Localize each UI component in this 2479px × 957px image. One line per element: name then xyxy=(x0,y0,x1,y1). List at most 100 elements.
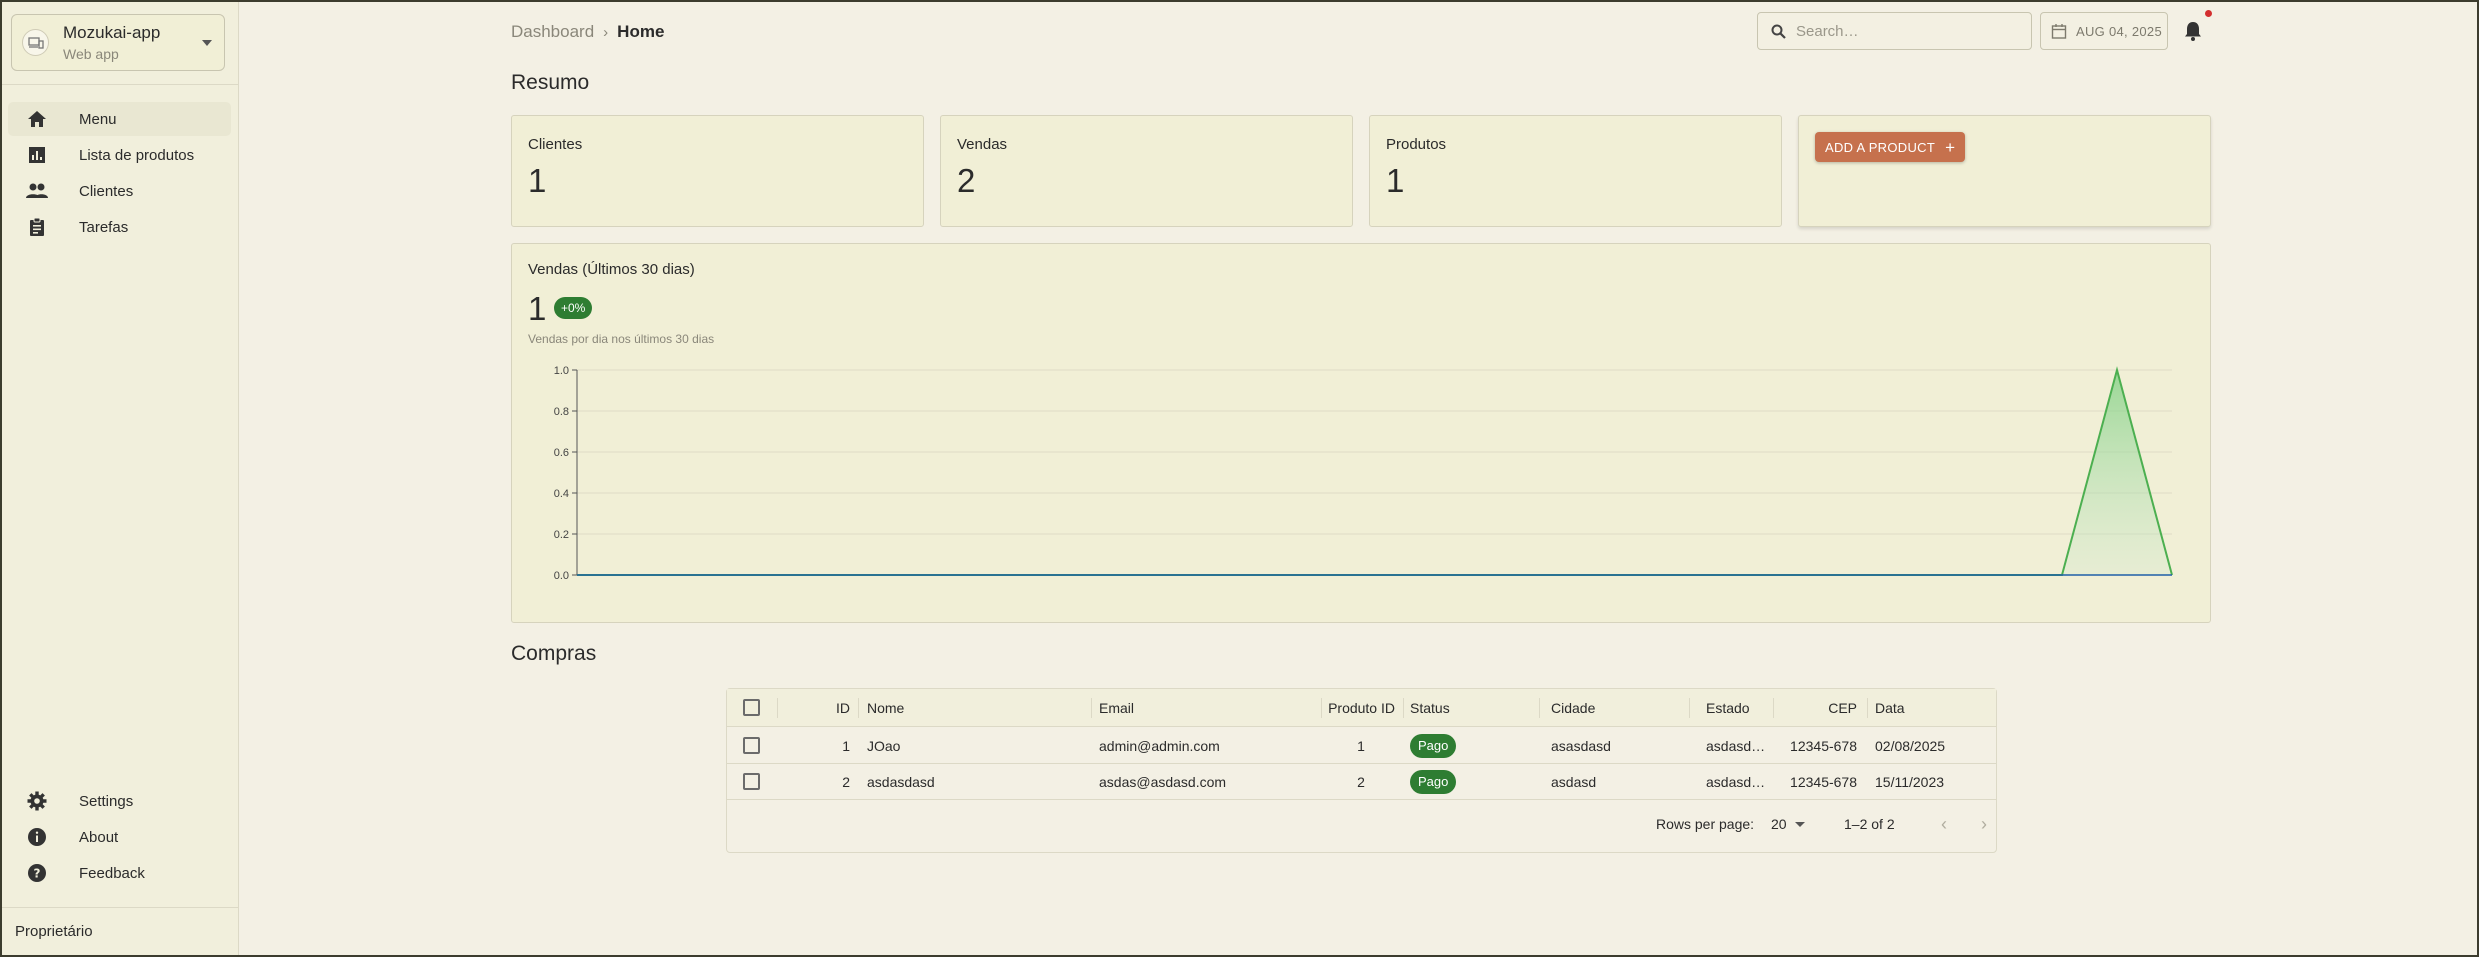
status-badge: Pago xyxy=(1410,733,1457,758)
nav-item-settings[interactable]: Settings xyxy=(8,784,231,818)
y-tick-label: 1.0 xyxy=(554,365,569,377)
date-label: AUG 04, 2025 xyxy=(2076,23,2162,39)
notification-dot xyxy=(2205,10,2212,17)
table-row[interactable]: 2 asdasdasd asdas@asdasd.com 2 Pago asda… xyxy=(727,764,1996,800)
stat-value: 1 xyxy=(528,162,547,199)
column-header-cidade[interactable]: Cidade xyxy=(1551,689,1595,726)
cell-cep: 12345-678 xyxy=(1790,737,1857,754)
stat-card-produtos: Produtos 1 xyxy=(1369,115,1782,227)
cell-id: 1 xyxy=(842,737,850,754)
cell-cep: 12345-678 xyxy=(1790,773,1857,790)
divider xyxy=(2,84,238,85)
nav-item-clientes[interactable]: Clientes xyxy=(8,174,231,208)
series-area xyxy=(577,370,2172,575)
column-separator xyxy=(1403,698,1404,718)
sales-chart-card: Vendas (Últimos 30 dias) 1 +0% Vendas po… xyxy=(511,243,2211,623)
nav-item-feedback[interactable]: ? Feedback xyxy=(8,856,231,890)
column-separator xyxy=(1539,698,1540,718)
select-all-checkbox[interactable] xyxy=(743,699,760,716)
gear-icon xyxy=(26,790,48,812)
action-card: ADD A PRODUCT + xyxy=(1798,115,2211,227)
rows-per-page-value: 20 xyxy=(1771,816,1787,832)
y-tick-label: 0.4 xyxy=(554,488,569,500)
app-name: Mozukai-app xyxy=(63,23,161,42)
column-separator xyxy=(1321,698,1322,718)
cell-cidade: asdasd xyxy=(1551,773,1597,790)
add-product-button[interactable]: ADD A PRODUCT + xyxy=(1815,132,1966,162)
cell-email: asdas@asdasd.com xyxy=(1099,773,1227,790)
cell-status: Pago xyxy=(1410,728,1457,763)
column-header-data[interactable]: Data xyxy=(1875,689,1905,726)
nav-label: Clientes xyxy=(79,182,134,200)
column-header-id[interactable]: ID xyxy=(787,689,850,726)
rows-per-page-label: Rows per page: xyxy=(1656,816,1755,832)
column-separator xyxy=(1773,698,1774,718)
sidebar-footer: Proprietário xyxy=(15,923,93,940)
nav-label: About xyxy=(79,828,119,846)
table-pagination: Rows per page: 20 1–2 of 2 ‹ › xyxy=(727,799,1996,853)
table-row[interactable]: 1 JOao admin@admin.com 1 Pago asasdasd a… xyxy=(727,728,1996,764)
previous-page-icon[interactable]: ‹ xyxy=(1933,813,1955,835)
divider xyxy=(2,907,238,908)
breadcrumb: Dashboard › Home xyxy=(511,22,664,42)
caret-down-icon xyxy=(1794,821,1805,827)
section-title-resumo: Resumo xyxy=(511,71,590,94)
cell-estado: asdasd… xyxy=(1706,737,1766,754)
nav-label: Feedback xyxy=(79,864,145,882)
cell-data: 15/11/2023 xyxy=(1875,773,1945,790)
column-header-cep[interactable]: CEP xyxy=(1787,689,1857,726)
nav-item-menu[interactable]: Menu xyxy=(8,102,231,136)
app-selector[interactable]: Mozukai-app Web app xyxy=(11,14,225,71)
nav-label: Settings xyxy=(79,792,134,810)
cell-status: Pago xyxy=(1410,764,1457,799)
nav-item-about[interactable]: About xyxy=(8,820,231,854)
y-tick-label: 0.8 xyxy=(554,406,569,418)
calendar-icon xyxy=(2051,24,2067,39)
stat-label: Vendas xyxy=(957,136,1008,153)
bar-chart-icon xyxy=(26,144,48,166)
cell-nome: asdasdasd xyxy=(867,773,935,790)
caret-down-icon xyxy=(202,40,212,46)
info-icon xyxy=(26,826,48,848)
breadcrumb-current: Home xyxy=(617,22,665,41)
series-line xyxy=(577,366,2173,576)
people-icon xyxy=(26,180,48,202)
y-tick-label: 0.0 xyxy=(554,570,569,582)
column-header-status[interactable]: Status xyxy=(1410,689,1450,726)
stat-label: Clientes xyxy=(528,136,583,153)
app-subtitle: Web app xyxy=(63,46,119,62)
cell-produto-id: 2 xyxy=(1357,773,1365,790)
stat-value: 1 xyxy=(1386,162,1405,199)
column-header-estado[interactable]: Estado xyxy=(1706,689,1750,726)
column-separator xyxy=(1689,698,1690,718)
cell-nome: JOao xyxy=(867,737,901,754)
cell-id: 2 xyxy=(842,773,850,790)
next-page-icon[interactable]: › xyxy=(1973,813,1995,835)
search-box[interactable] xyxy=(1757,12,2032,50)
cell-cidade: asasdasd xyxy=(1551,737,1611,754)
cell-email: admin@admin.com xyxy=(1099,737,1220,754)
column-separator xyxy=(858,698,859,718)
y-tick-label: 0.6 xyxy=(554,447,569,459)
rows-per-page-select[interactable]: 20 xyxy=(1771,816,1805,832)
cell-estado: asdasd… xyxy=(1706,773,1766,790)
row-checkbox[interactable] xyxy=(743,773,760,790)
column-header-nome[interactable]: Nome xyxy=(867,689,904,726)
search-icon xyxy=(1771,24,1786,39)
chevron-right-icon: › xyxy=(603,23,609,41)
column-header-produto-id[interactable]: Produto ID xyxy=(1327,689,1395,726)
date-picker-button[interactable]: AUG 04, 2025 xyxy=(2040,12,2168,50)
nav-item-lista-de-produtos[interactable]: Lista de produtos xyxy=(8,138,231,172)
table-header: ID Nome Email Produto ID Status Cidade E… xyxy=(727,689,1996,727)
bell-icon[interactable] xyxy=(2182,20,2204,42)
home-icon xyxy=(26,108,48,130)
nav-item-tarefas[interactable]: Tarefas xyxy=(8,210,231,244)
search-input[interactable] xyxy=(1796,22,2016,40)
cell-produto-id: 1 xyxy=(1357,737,1365,754)
breadcrumb-dashboard[interactable]: Dashboard xyxy=(511,22,594,42)
stat-label: Produtos xyxy=(1386,136,1447,153)
select-all-cell xyxy=(743,689,760,726)
add-product-label: ADD A PRODUCT xyxy=(1825,139,1936,155)
row-checkbox[interactable] xyxy=(743,737,760,754)
column-header-email[interactable]: Email xyxy=(1099,689,1134,726)
